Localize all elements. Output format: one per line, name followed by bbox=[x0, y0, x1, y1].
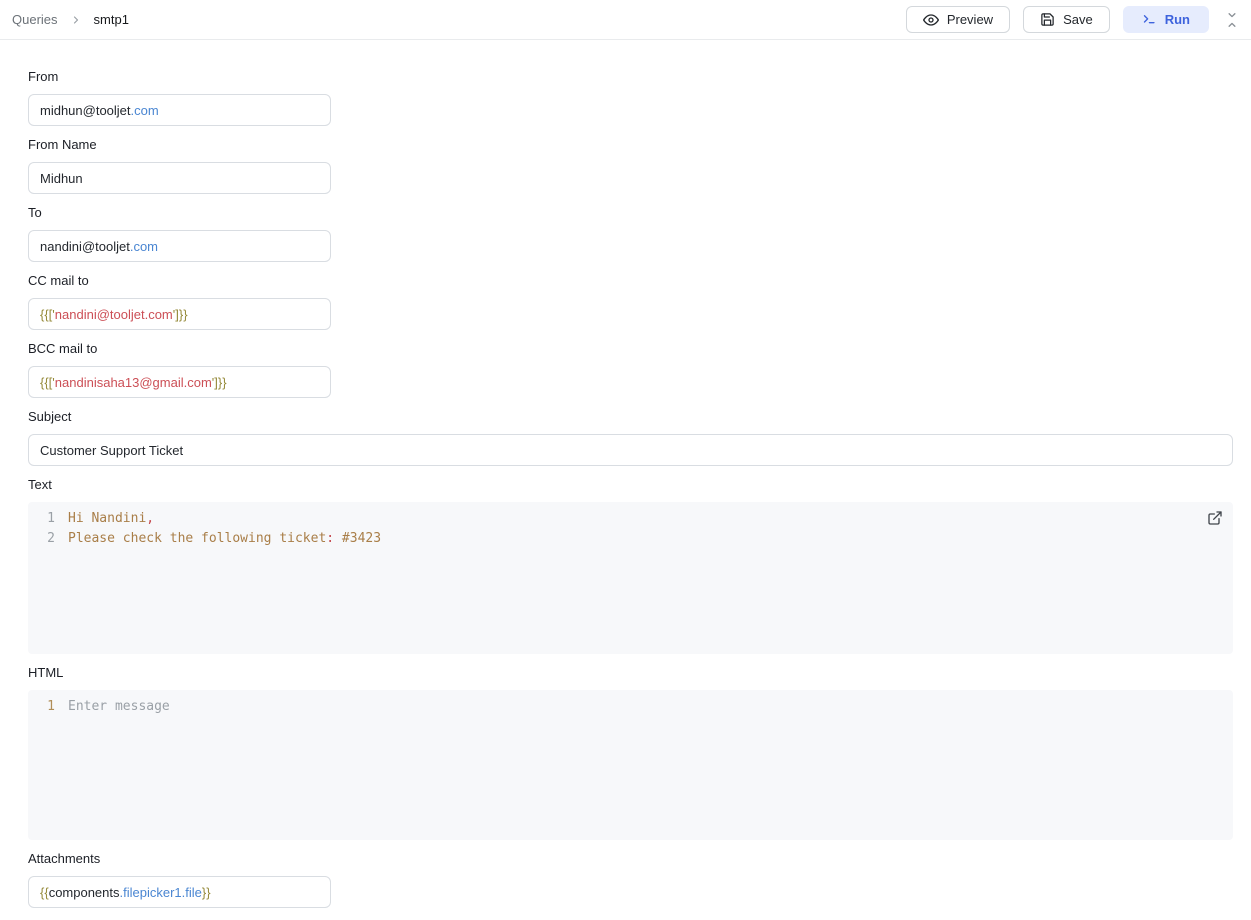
bcc-open-braces: {{[' bbox=[40, 375, 55, 390]
code-line: 1Enter message bbox=[28, 697, 1233, 717]
code-punctuation: , bbox=[146, 509, 154, 529]
to-input[interactable]: nandini@tooljet.com bbox=[28, 230, 331, 262]
bcc-input[interactable]: {{['nandinisaha13@gmail.com']}} bbox=[28, 366, 331, 398]
run-button[interactable]: Run bbox=[1123, 6, 1209, 33]
line-number: 2 bbox=[28, 529, 68, 549]
breadcrumb-current-query-name: smtp1 bbox=[94, 12, 129, 27]
query-editor-header: Queries smtp1 Preview Save Run bbox=[0, 0, 1251, 40]
breadcrumb-queries-link[interactable]: Queries bbox=[12, 12, 58, 27]
code-line: 1Hi Nandini, bbox=[28, 509, 1233, 529]
subject-field: Subject Customer Support Ticket bbox=[28, 410, 1233, 466]
expand-editor-button[interactable] bbox=[1207, 510, 1223, 526]
subject-value: Customer Support Ticket bbox=[40, 443, 183, 458]
from-value-suffix: .com bbox=[131, 103, 159, 118]
html-label: HTML bbox=[28, 666, 1233, 680]
preview-button-label: Preview bbox=[947, 12, 993, 27]
collapse-panel-button[interactable] bbox=[1223, 10, 1241, 30]
eye-icon bbox=[923, 12, 939, 28]
attachments-field: Attachments {{components.filepicker1.fil… bbox=[28, 852, 1233, 908]
text-label: Text bbox=[28, 478, 1233, 492]
code-text: Please check the following ticket bbox=[68, 529, 326, 549]
save-icon bbox=[1040, 12, 1055, 27]
from-input[interactable]: midhun@tooljet.com bbox=[28, 94, 331, 126]
line-number: 1 bbox=[28, 697, 68, 717]
subject-input[interactable]: Customer Support Ticket bbox=[28, 434, 1233, 466]
to-value-suffix: .com bbox=[130, 239, 158, 254]
from-field: From midhun@tooljet.com bbox=[28, 70, 1233, 126]
bcc-value: nandinisaha13@gmail.com bbox=[55, 375, 212, 390]
attachments-open-braces: {{ bbox=[40, 885, 49, 900]
from-name-field: From Name Midhun bbox=[28, 138, 1233, 194]
from-name-label: From Name bbox=[28, 138, 1233, 152]
run-button-label: Run bbox=[1165, 12, 1190, 27]
terminal-icon bbox=[1142, 12, 1157, 27]
line-number: 1 bbox=[28, 509, 68, 529]
from-name-value: Midhun bbox=[40, 171, 83, 186]
cc-label: CC mail to bbox=[28, 274, 1233, 288]
text-code-editor[interactable]: 1Hi Nandini, 2Please check the following… bbox=[28, 502, 1233, 654]
header-actions: Preview Save Run bbox=[906, 6, 1241, 33]
attachments-base: components bbox=[49, 885, 120, 900]
text-field: Text 1Hi Nandini, 2Please check the foll… bbox=[28, 478, 1233, 654]
cc-open-braces: {{[' bbox=[40, 307, 55, 322]
html-editor-placeholder: Enter message bbox=[68, 697, 170, 717]
breadcrumb: Queries smtp1 bbox=[12, 12, 129, 27]
code-line: 2Please check the following ticket: #342… bbox=[28, 529, 1233, 549]
bcc-label: BCC mail to bbox=[28, 342, 1233, 356]
bcc-field: BCC mail to {{['nandinisaha13@gmail.com'… bbox=[28, 342, 1233, 398]
from-label: From bbox=[28, 70, 1233, 84]
code-text: Hi Nandini bbox=[68, 509, 146, 529]
code-text: #3423 bbox=[334, 529, 381, 549]
smtp-query-form: From midhun@tooljet.com From Name Midhun… bbox=[0, 40, 1251, 908]
attachments-input[interactable]: {{components.filepicker1.file}} bbox=[28, 876, 331, 908]
code-punctuation: : bbox=[326, 529, 334, 549]
html-field: HTML 1Enter message bbox=[28, 666, 1233, 840]
cc-field: CC mail to {{['nandini@tooljet.com']}} bbox=[28, 274, 1233, 330]
collapse-vertical-icon bbox=[1225, 12, 1239, 28]
to-value: nandini@tooljet bbox=[40, 239, 130, 254]
chevron-right-icon bbox=[70, 14, 82, 26]
to-field: To nandini@tooljet.com bbox=[28, 206, 1233, 262]
save-button[interactable]: Save bbox=[1023, 6, 1110, 33]
cc-close-braces: ']}} bbox=[173, 307, 188, 322]
attachments-props: .filepicker1.file bbox=[120, 885, 202, 900]
from-name-input[interactable]: Midhun bbox=[28, 162, 331, 194]
from-value: midhun@tooljet bbox=[40, 103, 131, 118]
cc-input[interactable]: {{['nandini@tooljet.com']}} bbox=[28, 298, 331, 330]
attachments-close-braces: }} bbox=[202, 885, 211, 900]
save-button-label: Save bbox=[1063, 12, 1093, 27]
cc-value: nandini@tooljet.com bbox=[55, 307, 173, 322]
to-label: To bbox=[28, 206, 1233, 220]
html-code-editor[interactable]: 1Enter message bbox=[28, 690, 1233, 840]
open-in-new-window-icon bbox=[1207, 510, 1223, 526]
bcc-close-braces: ']}} bbox=[212, 375, 227, 390]
subject-label: Subject bbox=[28, 410, 1233, 424]
preview-button[interactable]: Preview bbox=[906, 6, 1010, 33]
attachments-label: Attachments bbox=[28, 852, 1233, 866]
